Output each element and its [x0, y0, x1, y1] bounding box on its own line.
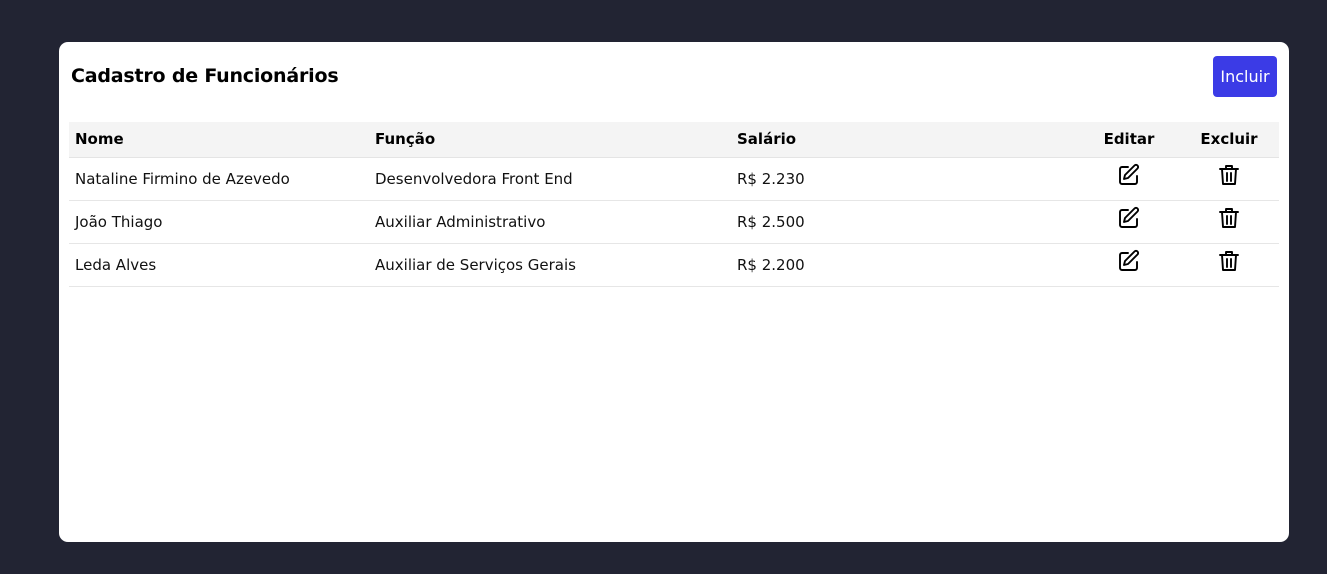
cell-funcao: Auxiliar Administrativo [375, 212, 546, 231]
cell-excluir [1179, 243, 1279, 286]
cell-nome: Nataline Firmino de Azevedo [75, 169, 290, 188]
cell-editar [1079, 200, 1179, 243]
column-header-editar: Editar [1079, 122, 1179, 158]
column-header-funcao: Função [369, 122, 731, 158]
edit-icon[interactable] [1117, 249, 1141, 273]
card-header: Cadastro de Funcionários Incluir [71, 56, 1277, 97]
trash-icon[interactable] [1217, 206, 1241, 230]
trash-icon[interactable] [1217, 249, 1241, 273]
table-row: Nataline Firmino de Azevedo Desenvolvedo… [69, 157, 1279, 200]
page-title: Cadastro de Funcionários [71, 65, 339, 87]
column-header-excluir: Excluir [1179, 122, 1279, 158]
cell-salario: R$ 2.500 [737, 212, 805, 231]
cell-editar [1079, 243, 1179, 286]
trash-icon[interactable] [1217, 163, 1241, 187]
edit-icon[interactable] [1117, 163, 1141, 187]
employee-card: Cadastro de Funcionários Incluir Nome Fu… [59, 42, 1289, 542]
table-row: João Thiago Auxiliar Administrativo R$ 2… [69, 200, 1279, 243]
employee-table: Nome Função Salário Editar Excluir Natal… [69, 122, 1279, 287]
column-header-nome: Nome [69, 122, 369, 158]
table-row: Leda Alves Auxiliar de Serviços Gerais R… [69, 243, 1279, 286]
cell-funcao: Auxiliar de Serviços Gerais [375, 255, 576, 274]
edit-icon[interactable] [1117, 206, 1141, 230]
cell-nome: João Thiago [75, 212, 163, 231]
column-header-salario: Salário [731, 122, 1079, 158]
add-employee-button[interactable]: Incluir [1213, 56, 1277, 97]
cell-salario: R$ 2.200 [737, 255, 805, 274]
cell-excluir [1179, 157, 1279, 200]
cell-editar [1079, 157, 1179, 200]
table-header-row: Nome Função Salário Editar Excluir [69, 122, 1279, 158]
cell-salario: R$ 2.230 [737, 169, 805, 188]
cell-funcao: Desenvolvedora Front End [375, 169, 573, 188]
cell-nome: Leda Alves [75, 255, 157, 274]
cell-excluir [1179, 200, 1279, 243]
